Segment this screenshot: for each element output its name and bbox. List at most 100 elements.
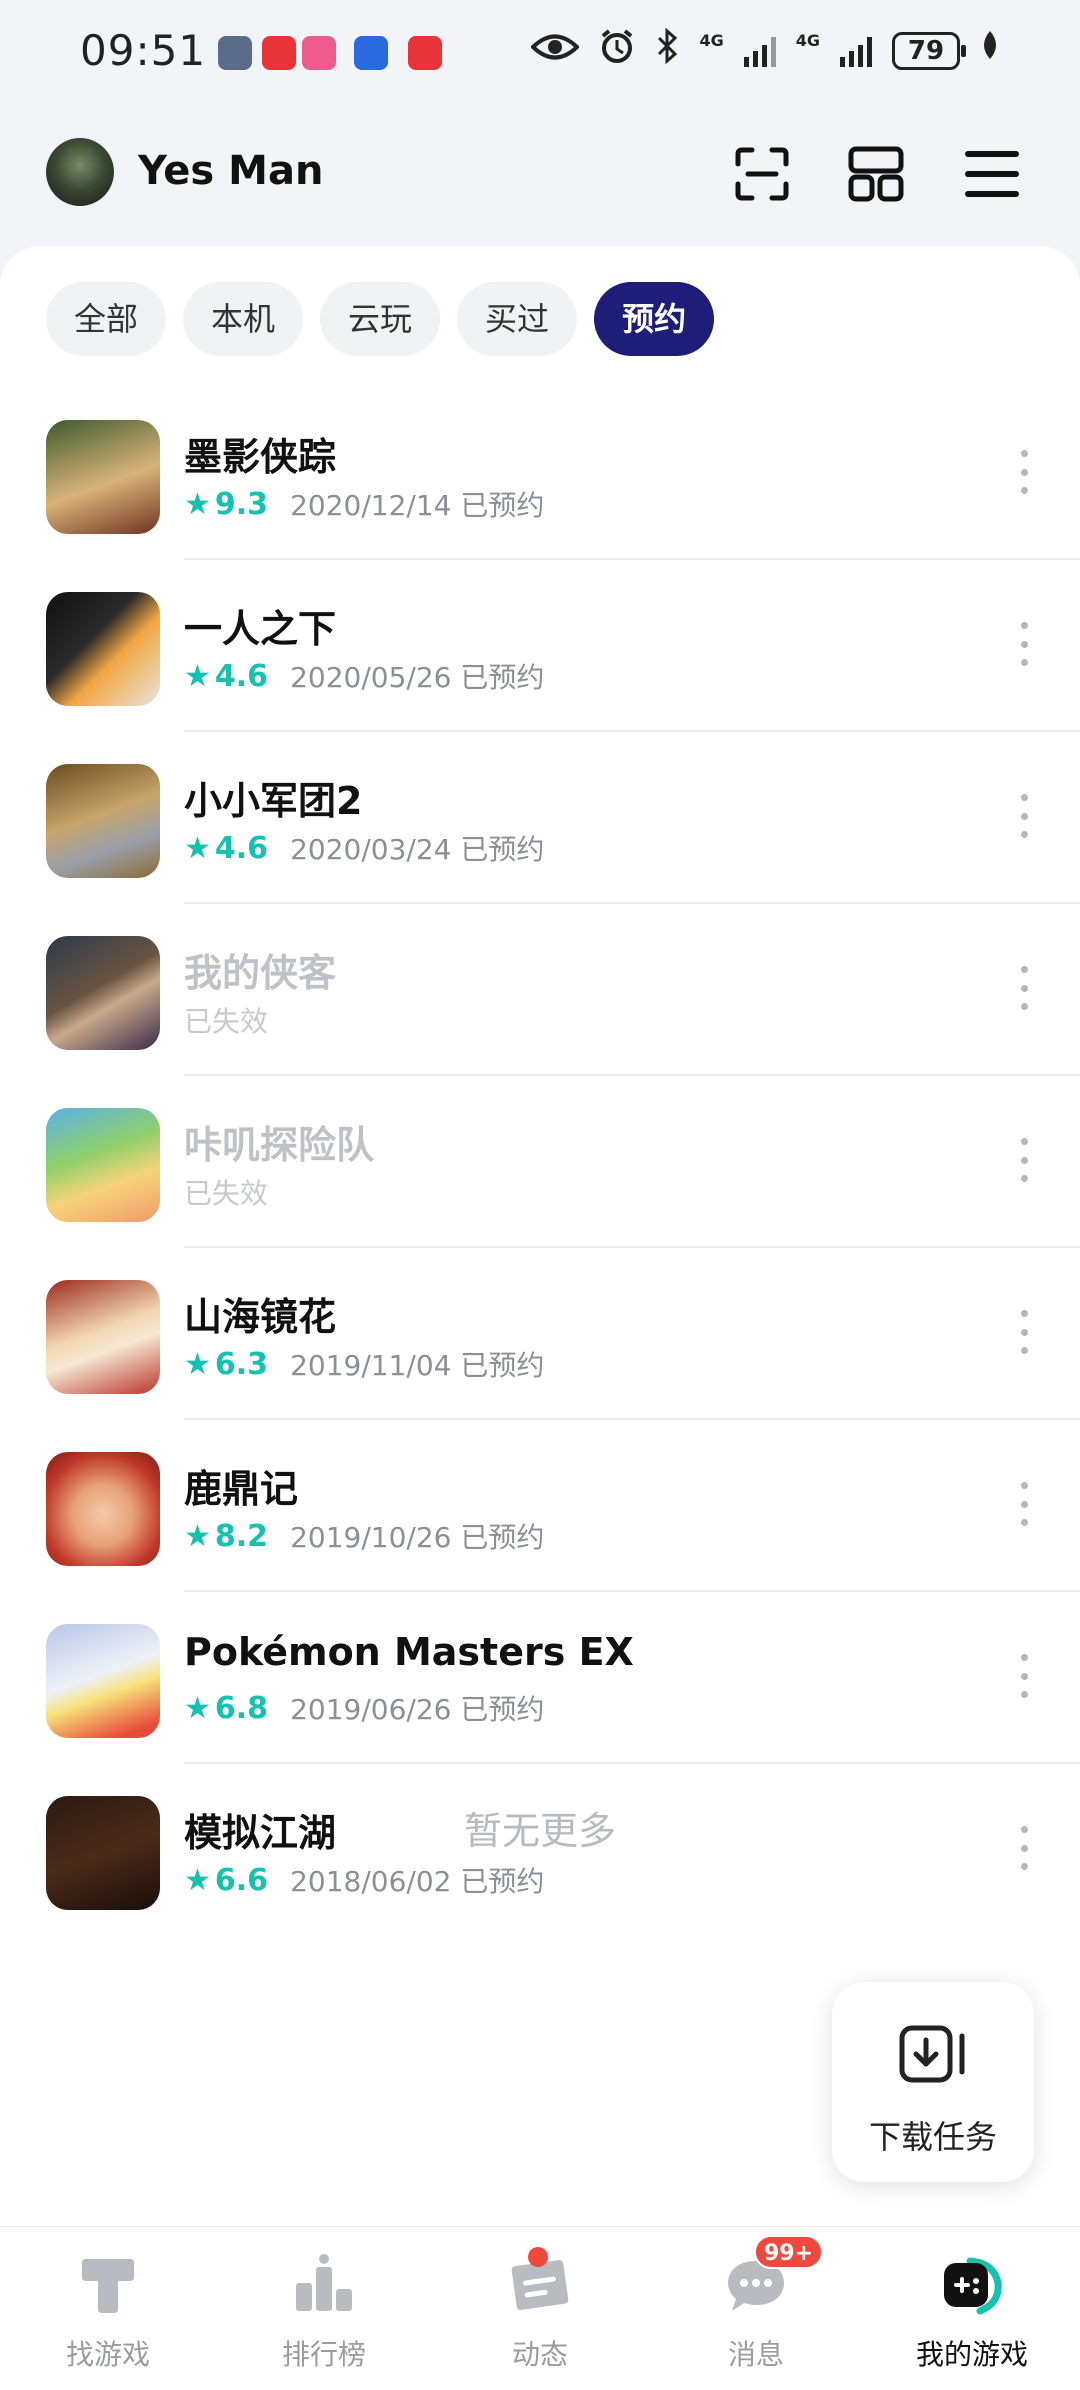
layout-grid-button[interactable] [846,144,906,204]
more-options-button[interactable] [1018,794,1030,838]
nav-label: 排行榜 [281,2338,366,2371]
notification-app-icon [302,36,336,70]
reserve-date: 2018/06/02 已预约 [290,1865,545,1898]
reserve-date: 2019/06/26 已预约 [290,1693,545,1726]
nav-find-game[interactable]: 找游戏 [0,2227,216,2390]
more-options-button[interactable] [1018,1310,1030,1354]
game-title: 咔叽探险队 [184,1123,375,1167]
network-type-label: 4G [795,30,820,50]
list-item[interactable]: 小小军团2 ★ 4.6 2020/03/24 已预约 [0,732,1080,904]
more-options-button[interactable] [1018,1482,1030,1526]
game-icon[interactable] [46,1280,160,1394]
nav-my-games[interactable]: 我的游戏 [864,2227,1080,2390]
rating-value: 6.8 [214,1690,269,1726]
unread-badge: 99+ [754,2235,824,2269]
more-options-button[interactable] [1018,966,1030,1010]
rating: ★ 9.3 [184,487,268,522]
tab-purchased[interactable]: 买过 [457,282,578,356]
game-icon[interactable] [46,420,160,534]
game-icon[interactable] [46,1452,160,1566]
game-meta: ★ 6.6 2018/06/02 已预约 [184,1860,544,1900]
no-more-text: 暂无更多 [463,1809,616,1853]
rating: ★ 6.8 [184,1691,268,1726]
tab-reserved[interactable]: 预约 [594,282,715,356]
game-meta: ★ 8.2 2019/10/26 已预约 [184,1516,544,1556]
tab-local[interactable]: 本机 [183,282,304,356]
list-item[interactable]: 我的侠客 已失效 [0,904,1080,1076]
games-card: 全部 本机 云玩 买过 预约 墨影侠踪 ★ 9.3 2020/12/14 已预约 … [0,246,1080,2226]
list-item[interactable]: 咔叽探险队 已失效 [0,1076,1080,1248]
status-bar: 09:51 4G 4G 79 [0,0,1080,110]
list-item[interactable]: 一人之下 ★ 4.6 2020/05/26 已预约 [0,560,1080,732]
game-title: 山海镜花 [184,1295,337,1339]
tab-cloud[interactable]: 云玩 [320,282,441,356]
star-icon: ★ [184,658,211,694]
list-item[interactable]: 墨影侠踪 ★ 9.3 2020/12/14 已预约 [0,388,1080,560]
game-icon[interactable] [46,764,160,878]
nav-feed[interactable]: 动态 [432,2227,648,2390]
game-meta: ★ 9.3 2020/12/14 已预约 [184,484,544,524]
game-icon[interactable] [46,592,160,706]
game-icon[interactable] [46,1108,160,1222]
nav-label: 消息 [727,2338,784,2371]
menu-button[interactable] [962,144,1022,204]
star-icon: ★ [184,1862,211,1898]
eye-icon [530,31,581,71]
nav-label: 动态 [511,2338,568,2371]
download-tasks-label: 下载任务 [868,2118,997,2156]
rating: ★ 4.6 [184,659,268,694]
game-title: 墨影侠踪 [184,435,337,479]
list-item[interactable]: Pokémon Masters EX ★ 6.8 2019/06/26 已预约 [0,1592,1080,1764]
ranking-icon [296,2254,352,2311]
nav-messages[interactable]: 99+ 消息 [648,2227,864,2390]
game-title: Pokémon Masters EX [184,1630,634,1674]
reserved-games-list: 墨影侠踪 ★ 9.3 2020/12/14 已预约 一人之下 ★ 4.6 2020/… [0,388,1080,1936]
grid-icon [848,146,904,202]
tab-all[interactable]: 全部 [46,282,167,356]
reserve-date: 2019/10/26 已预约 [290,1521,545,1554]
reserve-date: 2020/12/14 已预约 [290,489,545,522]
rating: ★ 4.6 [184,831,268,866]
more-options-button[interactable] [1018,1138,1030,1182]
signal-icon [840,35,872,67]
more-options-button[interactable] [1018,622,1030,666]
avatar[interactable] [46,138,114,206]
rating-value: 4.6 [214,830,269,866]
game-meta: ★ 4.6 2020/03/24 已预约 [184,828,544,868]
battery-icon: 79 [892,31,966,70]
alarm-icon [599,28,635,73]
star-icon: ★ [184,830,211,866]
bottom-nav: 找游戏 排行榜 动态 99+ 消息 我的游戏 [0,2226,1080,2390]
expired-note: 已失效 [184,1005,269,1038]
my-games-icon [944,2257,1002,2315]
rating-value: 6.3 [214,1346,269,1382]
username[interactable]: Yes Man [138,148,323,194]
notification-app-icon [262,36,296,70]
list-item[interactable]: 山海镜花 ★ 6.3 2019/11/04 已预约 [0,1248,1080,1420]
game-meta: 已失效 [184,1172,268,1212]
list-item[interactable]: 鹿鼎记 ★ 8.2 2019/10/26 已预约 [0,1420,1080,1592]
download-tasks-button[interactable]: 下载任务 [832,1982,1034,2182]
leaf-icon [980,29,1000,72]
filter-tabs: 全部 本机 云玩 买过 预约 [46,282,715,356]
scan-button[interactable] [732,144,792,204]
rating-value: 9.3 [214,486,269,522]
notification-app-icon [408,36,442,70]
rating: ★ 6.6 [184,1863,268,1898]
rating-value: 6.6 [214,1862,269,1898]
game-title: 一人之下 [184,607,337,651]
nav-ranking[interactable]: 排行榜 [216,2227,432,2390]
game-title: 小小军团2 [184,779,363,823]
more-options-button[interactable] [1018,1654,1030,1698]
star-icon: ★ [184,1346,211,1382]
rating: ★ 6.3 [184,1347,268,1382]
notification-dot [528,2247,548,2267]
star-icon: ★ [184,1518,211,1554]
game-icon[interactable] [46,1624,160,1738]
more-options-button[interactable] [1018,450,1030,494]
game-meta: ★ 6.3 2019/11/04 已预约 [184,1344,544,1384]
app-header: Yes Man [0,120,1080,230]
scan-icon [735,147,789,201]
status-indicators: 4G 4G 79 [530,27,1000,73]
game-icon[interactable] [46,936,160,1050]
